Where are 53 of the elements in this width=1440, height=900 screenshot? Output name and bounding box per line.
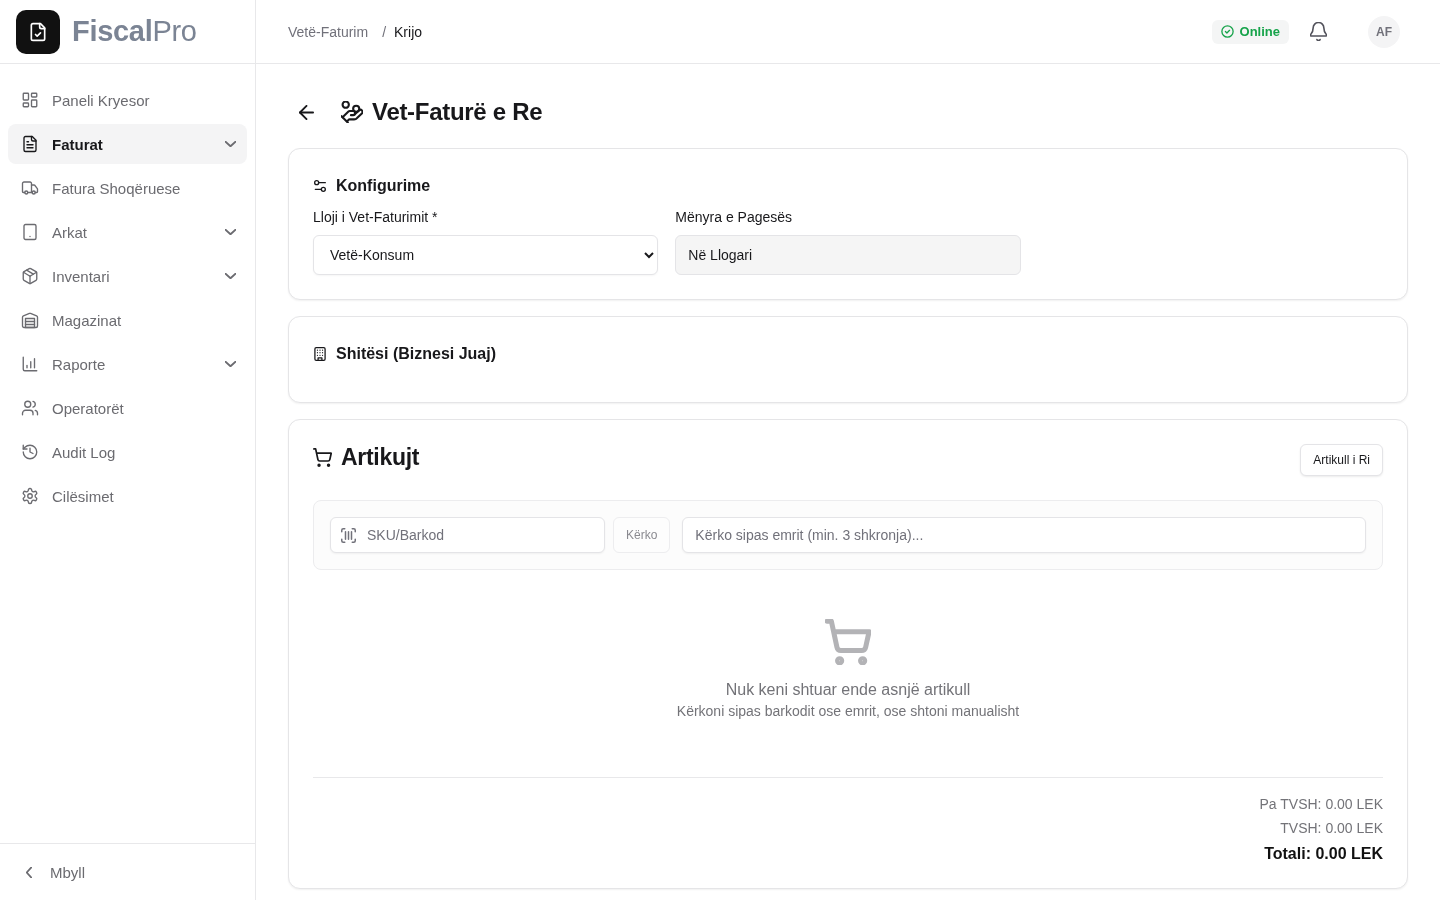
- vat-text: TVSH: 0.00 LEK: [1280, 819, 1383, 838]
- truck-icon: [21, 179, 39, 197]
- nav-item[interactable]: Paneli Kryesor: [8, 80, 247, 120]
- nav-item[interactable]: Faturat: [8, 124, 247, 164]
- status-text: Online: [1239, 24, 1280, 39]
- history-icon: [21, 443, 39, 461]
- settings-icon: [21, 487, 39, 505]
- nav-item[interactable]: Inventari: [8, 256, 247, 296]
- nav-item[interactable]: Operatorët: [8, 388, 247, 428]
- new-item-button[interactable]: Artikull i Ri: [1300, 444, 1383, 476]
- subtotal-text: Pa TVSH: 0.00 LEK: [1259, 795, 1383, 814]
- tablet-icon: [21, 223, 39, 241]
- chevron-left-icon: [26, 866, 32, 878]
- card-title: Shitësi (Biznesi Juaj): [336, 345, 497, 363]
- collapse-sidebar-button[interactable]: Mbyll: [22, 859, 89, 885]
- bar-chart-icon: [21, 355, 39, 373]
- document-icon: [21, 135, 39, 153]
- building-icon: [313, 347, 327, 361]
- empty-state-subtitle: Kërkoni sipas barkodit ose emrit, ose shtoni manualisht: [676, 702, 1020, 721]
- dashboard-grid-icon: [21, 91, 39, 109]
- sku-search-field[interactable]: SKU/Barkod: [330, 517, 605, 553]
- cart-icon: [825, 619, 871, 665]
- cart-icon: [313, 447, 332, 467]
- total-text: Totali: 0.00 LEK: [1264, 844, 1383, 864]
- user-avatar[interactable]: AF: [1368, 15, 1400, 48]
- name-search-field[interactable]: Kërko sipas emrit (min. 3 shkronja)...: [682, 517, 1366, 553]
- card-title: Artikujt: [341, 443, 420, 471]
- nav-item[interactable]: Cilësimet: [8, 476, 247, 516]
- nav-item[interactable]: Raporte: [8, 344, 247, 384]
- bell-icon: [1309, 22, 1327, 41]
- nav-item[interactable]: Fatura Shoqëruese: [8, 168, 247, 208]
- brand-name: FiscalPro: [72, 15, 197, 48]
- nav-item[interactable]: Arkat: [8, 212, 247, 252]
- page-title: Vet-Faturë e Re: [372, 98, 543, 126]
- breadcrumb-current: Krijo: [394, 23, 423, 40]
- field-label: Lloji i Vet-Faturimit *: [313, 208, 439, 227]
- breadcrumb-link[interactable]: Vetë-Faturim: [288, 23, 369, 40]
- empty-state-title: Nuk keni shtuar ende asnjë artikull: [725, 680, 971, 700]
- document-check-icon: [16, 9, 60, 54]
- type-select[interactable]: Vetë-Konsum: [313, 235, 659, 275]
- field-label: Mënyra e Pagesës: [675, 208, 794, 227]
- nav-item[interactable]: Audit Log: [8, 432, 247, 472]
- sliders-icon: [313, 179, 327, 193]
- payment-method-field[interactable]: Në Llogari: [675, 235, 1021, 275]
- barcode-scan-icon: [341, 527, 356, 543]
- breadcrumb-separator: /: [382, 23, 387, 40]
- package-icon: [21, 267, 39, 285]
- check-circle-icon: [1220, 25, 1234, 38]
- nav-item[interactable]: Magazinat: [8, 300, 247, 340]
- users-icon: [21, 399, 39, 417]
- hand-coins-icon: [341, 101, 363, 123]
- card-title: Konfigurime: [336, 177, 431, 195]
- warehouse-icon: [21, 311, 39, 329]
